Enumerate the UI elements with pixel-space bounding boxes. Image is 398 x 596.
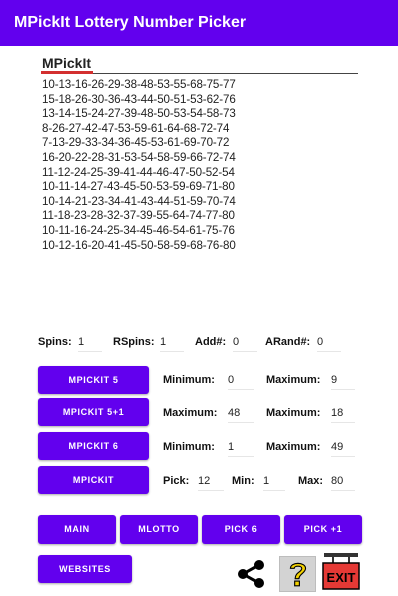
row4-label3: Max: [298,475,324,487]
spins-field[interactable]: 1 [78,332,102,352]
row2-label2: Maximum: [266,407,321,419]
results-heading: MPickIt [42,55,92,71]
row3-label2: Maximum: [266,441,321,453]
list-item: 10-13-16-26-29-38-48-53-55-68-75-77 [42,78,236,91]
help-icon[interactable] [279,556,316,592]
svg-text:EXIT: EXIT [327,570,356,585]
arand-field[interactable]: 0 [317,332,341,352]
max-field[interactable]: 80 [331,471,355,491]
row3-field2[interactable]: 49 [331,437,355,457]
min-field[interactable]: 1 [263,471,285,491]
row1-field2[interactable]: 9 [331,370,355,390]
row3-field1[interactable]: 1 [228,437,254,457]
row1-field1[interactable]: 0 [228,370,254,390]
list-item: 11-12-24-25-39-41-44-46-47-50-52-54 [42,165,235,179]
row2-field1[interactable]: 48 [228,403,254,423]
list-item: 10-12-16-20-41-45-50-58-59-68-76-80 [42,238,236,252]
pick6-button[interactable]: PICK 6 [202,515,280,544]
main-button[interactable]: MAIN [38,515,116,544]
heading-accent [41,71,93,74]
spins-label: Spins: [38,336,72,348]
list-item: 10-14-21-23-34-41-43-44-51-59-70-74 [42,194,236,208]
websites-button[interactable]: WEBSITES [38,555,132,583]
list-item: 10-11-16-24-25-34-45-46-54-61-75-76 [42,223,235,237]
list-item: 10-11-14-27-43-45-50-53-59-69-71-80 [42,180,235,194]
list-item: 13-14-15-24-27-39-48-50-53-54-58-73 [42,107,236,121]
row1-label2: Maximum: [266,374,321,386]
mpickit6-button[interactable]: MPICKIT 6 [38,432,149,460]
exit-icon[interactable]: EXIT [321,551,361,591]
rspins-field[interactable]: 1 [160,332,184,352]
row1-label1: Minimum: [163,374,215,386]
mlotto-button[interactable]: MLOTTO [120,515,198,544]
pick-field[interactable]: 12 [198,471,224,491]
app-title: MPickIt Lottery Number Picker [14,14,247,31]
mpickit5plus1-button[interactable]: MPICKIT 5+1 [38,398,149,426]
row4-label2: Min: [232,475,255,487]
list-item: 16-20-22-28-31-53-54-58-59-66-72-74 [42,150,236,164]
arand-label: ARand#: [265,336,311,348]
add-field[interactable]: 0 [233,332,257,352]
number-list: 10-13-16-26-29-38-48-53-55-68-75-77 15-1… [42,78,236,253]
mpickit-button[interactable]: MPICKIT [38,466,149,494]
row3-label1: Minimum: [163,441,215,453]
list-item: 8-26-27-42-47-53-59-61-64-68-72-74 [42,121,230,135]
mpickit5-button[interactable]: MPICKIT 5 [38,366,149,394]
app-bar: MPickIt Lottery Number Picker [0,0,398,46]
row2-label1: Maximum: [163,407,218,419]
row2-field2[interactable]: 18 [331,403,355,423]
share-icon[interactable] [234,558,268,590]
add-label: Add#: [195,336,227,348]
list-item: 15-18-26-30-36-43-44-50-51-53-62-76 [42,92,236,106]
rspins-label: RSpins: [113,336,155,348]
row4-label1: Pick: [163,475,190,487]
question-mark-icon [289,562,307,587]
exit-sign-icon: EXIT [322,553,360,590]
list-item: 7-13-29-33-34-36-45-53-61-69-70-72 [42,136,230,150]
pick-plus1-button[interactable]: PICK +1 [284,515,362,544]
list-item: 11-18-23-28-32-37-39-55-64-74-77-80 [42,209,235,223]
